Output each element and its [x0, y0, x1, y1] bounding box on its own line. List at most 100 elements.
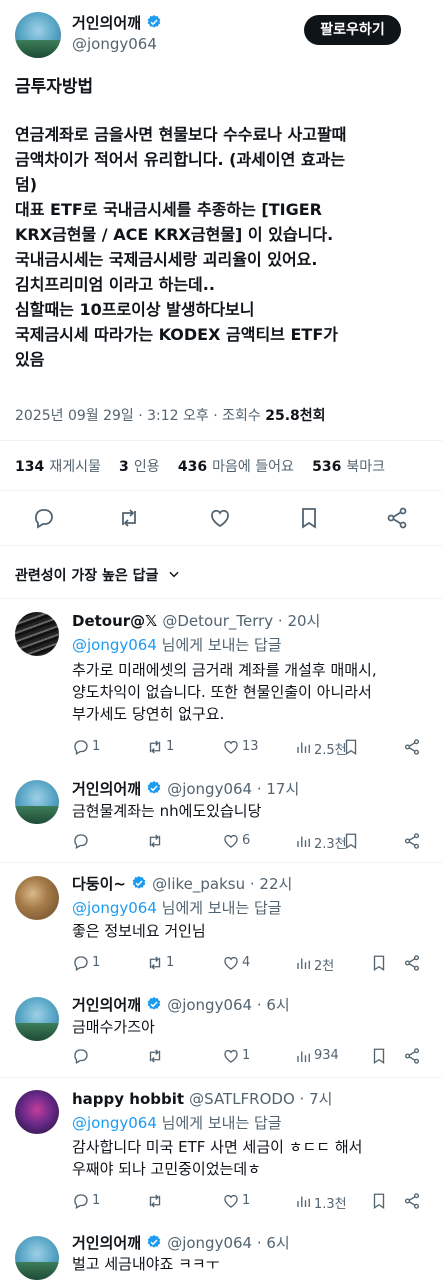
reply-avatar[interactable]	[15, 1236, 59, 1280]
reply-header: 다둥이~ @like_paksu · 22시	[72, 873, 292, 894]
reply-icon[interactable]	[72, 1192, 90, 1210]
reply-author-handle[interactable]: @jongy064 · 6시	[167, 996, 290, 1014]
views-count: 934	[314, 1048, 339, 1063]
reply-author-handle[interactable]: @jongy064 · 17시	[167, 780, 299, 798]
follow-button[interactable]: 팔로우하기	[304, 15, 401, 45]
repost-icon[interactable]	[146, 954, 164, 972]
post-timestamp-row[interactable]: 2025년 09월 29일 · 3:12 오후 · 조회수 25.8천회	[15, 405, 326, 425]
like-icon[interactable]	[222, 832, 240, 850]
reply-author-name[interactable]: 거인의어깨	[72, 1234, 141, 1252]
reply-author-name[interactable]: Detour@𝕏	[72, 612, 157, 630]
views-icon[interactable]	[295, 738, 313, 756]
replying-to-mention[interactable]: @jongy064	[72, 636, 157, 654]
share-icon[interactable]	[403, 1192, 421, 1210]
reply-avatar[interactable]	[15, 780, 59, 824]
bookmark-count[interactable]: 536	[312, 459, 341, 475]
views-icon[interactable]	[295, 832, 313, 850]
reply-line: 양도차익이 없습니다. 또한 현물인출이 아니라서	[72, 683, 372, 701]
reply-icon[interactable]	[72, 954, 90, 972]
like-label[interactable]: 마음에 들어요	[212, 459, 294, 475]
post-line: 연금계좌로 금을사면 현물보다 수수료나 사고팔때	[15, 125, 347, 144]
repost-count[interactable]: 134	[15, 459, 44, 475]
reply-author-name[interactable]: happy hobbit	[72, 1090, 184, 1108]
bookmark-icon[interactable]	[342, 738, 360, 756]
repost-count: 1	[166, 955, 175, 970]
like-icon[interactable]	[222, 738, 240, 756]
reply-sort-dropdown[interactable]: 관련성이 가장 높은 답글	[15, 565, 181, 585]
author-avatar[interactable]	[15, 12, 61, 58]
verified-badge-icon	[147, 997, 161, 1010]
reply-icon[interactable]	[32, 506, 56, 530]
reply-avatar[interactable]	[15, 1090, 59, 1134]
replying-to-mention[interactable]: @jongy064	[72, 1114, 157, 1132]
reply-header: 거인의어깨 @jongy064 · 6시	[72, 994, 290, 1015]
like-count: 4	[242, 955, 251, 970]
share-icon[interactable]	[403, 832, 421, 850]
like-count: 1	[242, 1193, 251, 1208]
post-line: 심할때는 10프로이상 발생하다보니	[15, 300, 255, 319]
share-icon[interactable]	[403, 1047, 421, 1065]
post-line: 덤)	[15, 175, 38, 194]
reply-avatar[interactable]	[15, 612, 59, 656]
reply-author-name[interactable]: 다둥이~	[72, 875, 126, 893]
repost-icon[interactable]	[146, 1192, 164, 1210]
reply-author-handle[interactable]: @like_paksu · 22시	[152, 875, 292, 893]
reply-author-handle[interactable]: @Detour_Terry · 20시	[162, 612, 320, 630]
like-count[interactable]: 436	[178, 459, 207, 475]
reply-line: 감사합니다 미국 ETF 사면 세금이 ㅎㄷㄷ 해서	[72, 1138, 363, 1156]
post-line: 금액차이가 적어서 유리합니다. (과세이연 효과는	[15, 150, 346, 169]
bookmark-icon[interactable]	[370, 954, 388, 972]
reply-author-handle[interactable]: @jongy064 · 6시	[167, 1234, 290, 1252]
verified-badge-icon	[147, 1235, 161, 1248]
share-icon[interactable]	[403, 738, 421, 756]
repost-icon[interactable]	[146, 1047, 164, 1065]
post-line: 대표 ETF로 국내금시세를 추종하는 [TIGER	[15, 200, 322, 219]
reply-text: 감사합니다 미국 ETF 사면 세금이 ㅎㄷㄷ 해서 우째야 되나 고민중이었는…	[72, 1136, 362, 1180]
like-icon[interactable]	[222, 1047, 240, 1065]
bookmark-icon[interactable]	[370, 1047, 388, 1065]
share-icon[interactable]	[385, 506, 409, 530]
like-icon[interactable]	[222, 954, 240, 972]
reply-avatar[interactable]	[15, 997, 59, 1041]
author-handle[interactable]: @jongy064	[72, 35, 157, 53]
reply-icon[interactable]	[72, 1047, 90, 1065]
reply-icon[interactable]	[72, 832, 90, 850]
bookmark-icon[interactable]	[370, 1192, 388, 1210]
reply-author-name[interactable]: 거인의어깨	[72, 780, 141, 798]
repost-icon[interactable]	[146, 832, 164, 850]
quote-label[interactable]: 인용	[134, 459, 160, 475]
bookmark-icon[interactable]	[297, 506, 321, 530]
repost-icon[interactable]	[146, 738, 164, 756]
views-icon[interactable]	[295, 954, 313, 972]
reply-avatar[interactable]	[15, 876, 59, 920]
verified-badge-icon	[132, 876, 146, 889]
reply-header: happy hobbit @SATLFRODO · 7시	[72, 1088, 332, 1109]
like-count: 1	[242, 1048, 251, 1063]
replying-to-suffix: 님에게 보내는 답글	[161, 899, 282, 917]
reply-sort-label[interactable]: 관련성이 가장 높은 답글	[15, 568, 158, 584]
replying-to-mention[interactable]: @jongy064	[72, 899, 157, 917]
like-icon[interactable]	[208, 506, 232, 530]
repost-icon[interactable]	[117, 506, 141, 530]
replying-to: @jongy064 님에게 보내는 답글	[72, 897, 282, 918]
reply-author-handle[interactable]: @SATLFRODO · 7시	[189, 1090, 332, 1108]
views-icon[interactable]	[295, 1047, 313, 1065]
reply-text: 추가로 미래에셋의 금거래 계좌를 개설후 매매시, 양도차익이 없습니다. 또…	[72, 659, 377, 725]
post-line: 있음	[15, 350, 45, 369]
replying-to-suffix: 님에게 보내는 답글	[161, 1114, 282, 1132]
reply-author-name[interactable]: 거인의어깨	[72, 996, 141, 1014]
bookmark-label[interactable]: 북마크	[346, 459, 385, 475]
post-timestamp[interactable]: 2025년 09월 29일 · 3:12 오후 · 조회수	[15, 408, 261, 424]
post-title: 금투자방법	[15, 77, 94, 97]
quote-count[interactable]: 3	[119, 459, 129, 475]
like-count: 6	[242, 833, 251, 848]
reply-icon[interactable]	[72, 738, 90, 756]
share-icon[interactable]	[403, 954, 421, 972]
repost-label[interactable]: 재게시물	[49, 459, 101, 475]
author-name[interactable]: 거인의어깨	[72, 14, 141, 32]
like-icon[interactable]	[222, 1192, 240, 1210]
author-name-row[interactable]: 거인의어깨	[72, 12, 162, 33]
repost-count: 1	[166, 739, 175, 754]
bookmark-icon[interactable]	[342, 832, 360, 850]
views-icon[interactable]	[295, 1192, 313, 1210]
